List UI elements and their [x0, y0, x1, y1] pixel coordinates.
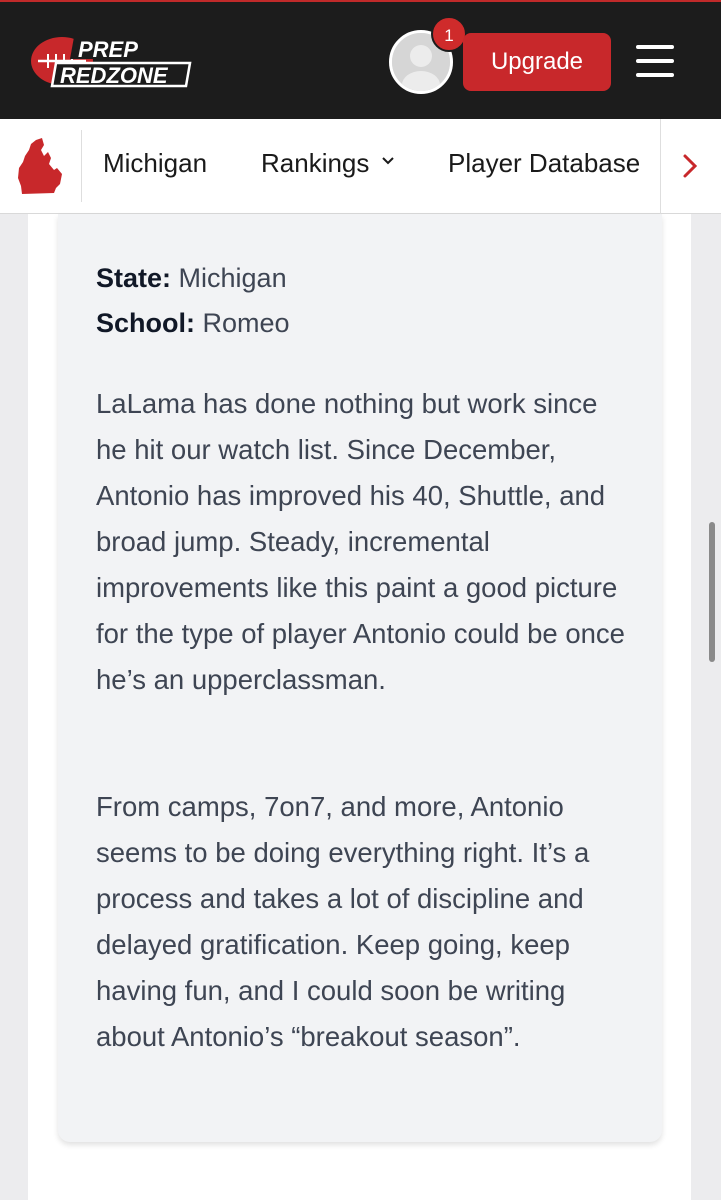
menu-bar [636, 73, 674, 77]
chevron-down-icon [381, 153, 395, 171]
menu-bar [636, 59, 674, 63]
menu-icon[interactable] [636, 45, 674, 77]
school-info: School: Romeo [96, 308, 290, 339]
school-label: School: [96, 308, 195, 338]
menu-bar [636, 45, 674, 49]
logo-text-prep: PREP [78, 37, 138, 62]
scrollbar[interactable] [709, 522, 715, 662]
article-paragraph: From camps, 7on7, and more, Antonio seem… [96, 791, 590, 1052]
subnav-item-rankings-label: Rankings [261, 148, 370, 178]
subnav-divider [660, 119, 661, 214]
upgrade-button[interactable]: Upgrade [463, 33, 611, 91]
subnav-divider [81, 130, 82, 202]
logo-text-redzone: REDZONE [60, 63, 169, 88]
chevron-right-icon[interactable] [678, 150, 702, 182]
subnav-item-rankings[interactable]: Rankings [261, 148, 395, 179]
article-paragraph: LaLama has done nothing but work since h… [96, 388, 625, 695]
subnav-item-michigan[interactable]: Michigan [103, 148, 207, 179]
state-info: State: Michigan [96, 263, 287, 294]
state-value: Michigan [178, 263, 287, 293]
notification-badge[interactable]: 1 [431, 16, 467, 52]
state-label: State: [96, 263, 172, 293]
school-value: Romeo [202, 308, 290, 338]
michigan-state-icon[interactable] [14, 136, 68, 196]
top-header: PREP REDZONE 1 Upgrade [0, 0, 721, 119]
subnav-item-player-database[interactable]: Player Database [448, 148, 640, 179]
prep-redzone-logo[interactable]: PREP REDZONE [28, 32, 194, 90]
